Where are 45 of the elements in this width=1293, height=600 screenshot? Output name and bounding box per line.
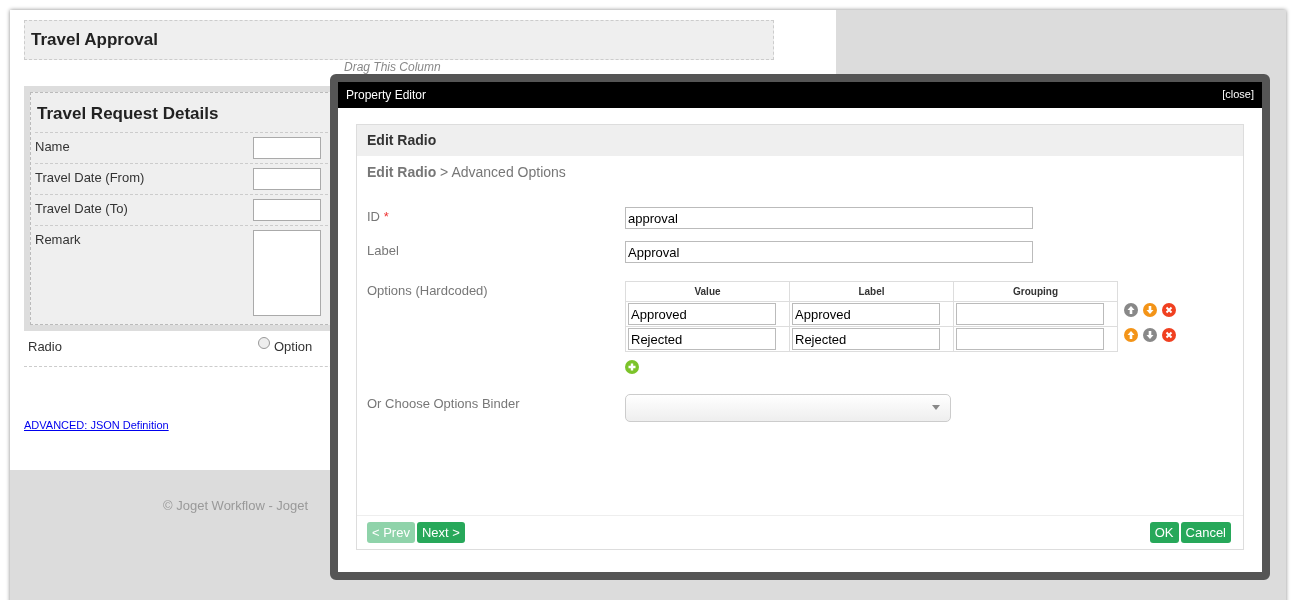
move-up-icon[interactable] [1124, 327, 1138, 342]
input-field[interactable] [253, 137, 321, 159]
field-label: ID [367, 209, 380, 224]
radio-button[interactable] [258, 337, 270, 349]
option-input[interactable]: Rejected [792, 328, 940, 350]
close-link[interactable]: [close] [1222, 86, 1254, 104]
breadcrumb-text: Edit Radio > Advanced Options [366, 163, 567, 182]
textarea-field[interactable] [253, 230, 321, 316]
move-up-icon[interactable] [1124, 302, 1138, 317]
panel-title: Edit Radio [357, 125, 1243, 156]
delete-icon[interactable] [1162, 327, 1176, 342]
field-label: Remark [35, 231, 82, 249]
form-title: Travel Approval [24, 20, 774, 60]
radio-option-label: Option [274, 338, 313, 356]
move-down-icon[interactable] [1143, 302, 1157, 317]
input-field[interactable] [253, 199, 321, 221]
field-label: Travel Date (To) [35, 200, 129, 218]
column-header: Value [625, 281, 790, 302]
option-input[interactable]: Approved [628, 303, 776, 325]
option-input[interactable] [956, 303, 1104, 325]
json-definition-link[interactable]: ADVANCED: JSON Definition [24, 417, 169, 434]
drag-hint: Drag This Column [344, 59, 441, 74]
option-input[interactable]: Rejected [628, 328, 776, 350]
delete-icon[interactable] [1162, 302, 1176, 317]
section-title: Travel Request Details [36, 102, 220, 125]
move-down-icon[interactable] [1143, 327, 1157, 342]
add-icon[interactable] [625, 359, 639, 374]
field-label: Radio [28, 338, 63, 356]
input-field[interactable] [253, 168, 321, 190]
option-input[interactable] [956, 328, 1104, 350]
required-mark: * [383, 209, 389, 224]
field-label: Options (Hardcoded) [367, 282, 489, 300]
dropdown-caret-icon [932, 405, 940, 410]
dialog-title: Property Editor [346, 87, 427, 104]
footer-text: © Joget Workflow - Joget [162, 497, 310, 515]
field-label: Travel Date (From) [35, 169, 146, 187]
column-header: Label [789, 281, 954, 302]
label-input[interactable]: Approval [625, 241, 1033, 263]
id-input[interactable]: approval [625, 207, 1033, 229]
field-label: Name [35, 138, 71, 156]
column-header: Grouping [953, 281, 1118, 302]
field-label: Label [367, 242, 400, 260]
options-binder-select[interactable] [625, 393, 951, 422]
field-label: Or Choose Options Binder [367, 394, 521, 413]
option-input[interactable]: Approved [792, 303, 940, 325]
